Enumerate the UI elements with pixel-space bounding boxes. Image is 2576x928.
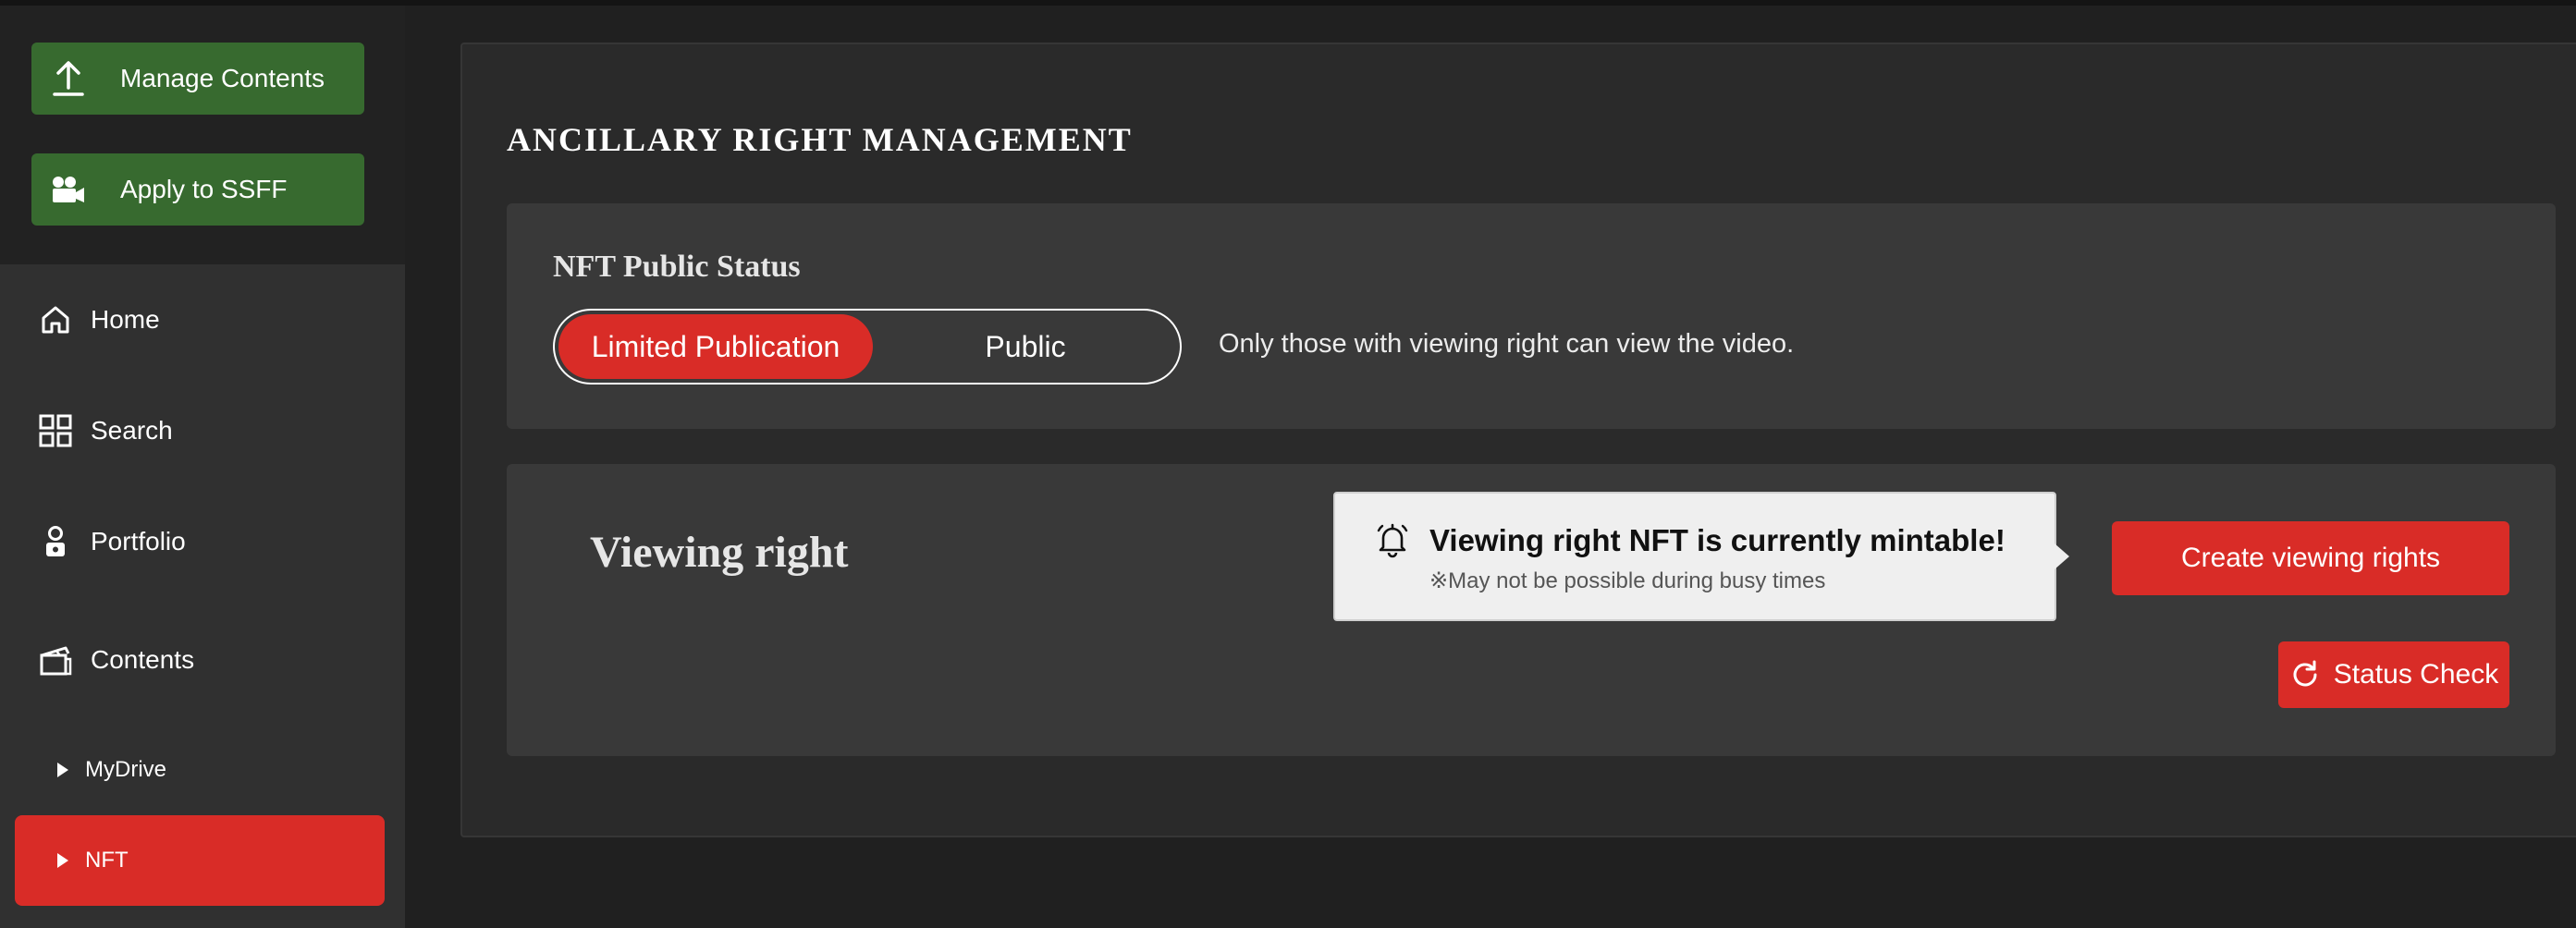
sidebar-item-nft-label: NFT [85, 848, 129, 873]
sidebar-item-mydrive-label: MyDrive [85, 757, 166, 782]
person-badge-icon [37, 524, 74, 559]
status-check-label: Status Check [2333, 659, 2499, 690]
mintable-tooltip: Viewing right NFT is currently mintable!… [1333, 492, 2069, 621]
nav-label-contents: Contents [91, 645, 195, 674]
apply-to-ssff-button[interactable]: Apply to SSFF [31, 153, 364, 226]
apply-to-ssff-label: Apply to SSFF [120, 175, 288, 203]
nav-label-home: Home [91, 305, 160, 334]
sidebar: Manage Contents Apply to SSFF Home Searc… [0, 6, 405, 928]
nav-label-portfolio: Portfolio [91, 527, 186, 556]
viewing-right-card: Viewing right Viewing right NFT is curre… [507, 464, 2556, 756]
create-viewing-rights-button[interactable]: Create viewing rights [2112, 521, 2509, 595]
manage-contents-button[interactable]: Manage Contents [31, 43, 364, 115]
status-check-button[interactable]: Status Check [2278, 641, 2509, 708]
upload-icon [41, 60, 96, 97]
publication-toggle: Limited Publication Public [553, 309, 1182, 385]
video-camera-icon [41, 175, 96, 204]
grid-icon [37, 413, 74, 448]
nav-item-search[interactable]: Search [0, 394, 405, 468]
sidebar-item-nft[interactable]: NFT [15, 815, 385, 906]
viewing-right-heading: Viewing right [590, 528, 849, 577]
page-title: ANCILLARY RIGHT MANAGEMENT [507, 121, 1133, 158]
limited-publication-option[interactable]: Limited Publication [558, 314, 873, 379]
public-option[interactable]: Public [873, 314, 1178, 379]
sidebar-item-mydrive[interactable]: MyDrive [15, 725, 385, 815]
public-status-description: Only those with viewing right can view t… [1219, 329, 1795, 359]
nft-public-status-card: NFT Public Status Limited Publication Pu… [507, 203, 2556, 429]
sidebar-actions: Manage Contents Apply to SSFF [0, 6, 405, 264]
tooltip-note: ※May not be possible during busy times [1429, 568, 1826, 593]
tooltip-message: Viewing right NFT is currently mintable! [1429, 523, 2006, 557]
nav-item-portfolio[interactable]: Portfolio [0, 505, 405, 579]
nft-public-status-heading: NFT Public Status [553, 250, 801, 284]
clapperboard-icon [37, 642, 74, 678]
create-viewing-rights-label: Create viewing rights [2180, 543, 2441, 573]
refresh-icon [2289, 659, 2321, 690]
caret-right-icon [57, 763, 68, 777]
manage-contents-label: Manage Contents [120, 64, 325, 92]
caret-right-icon [57, 853, 68, 868]
bell-icon [1374, 521, 1411, 563]
nav-label-search: Search [91, 416, 173, 445]
home-icon [37, 303, 74, 336]
nav-item-contents[interactable]: Contents [0, 623, 405, 697]
nav-item-home[interactable]: Home [0, 283, 405, 357]
